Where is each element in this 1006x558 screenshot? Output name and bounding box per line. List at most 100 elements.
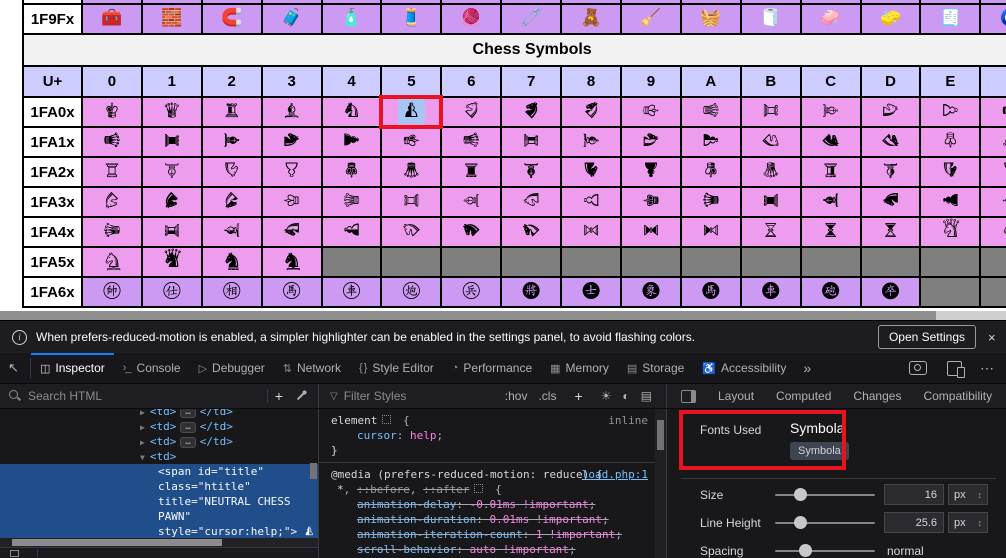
- css-declaration[interactable]: animation-iteration-count: 1 !important;: [319, 527, 666, 542]
- markup-horizontal-scrollbar-thumb[interactable]: [12, 539, 222, 546]
- rules-vertical-scrollbar-thumb[interactable]: [657, 420, 664, 450]
- css-declaration[interactable]: animation-delay: -0.01ms !important;: [319, 497, 666, 512]
- selector-part: *: [337, 483, 344, 496]
- css-declaration[interactable]: cursor: help;: [319, 428, 666, 443]
- unassigned-cell: [920, 247, 980, 277]
- markup-horizontal-scrollbar[interactable]: [0, 538, 318, 547]
- row-label-cell: 1FA4x: [23, 217, 82, 247]
- line-height-input[interactable]: [884, 512, 944, 533]
- row-label-cell: 1FA1x: [23, 127, 82, 157]
- devtools-toolbars: Search HTML + ▽ Filter Styles :hov .cls …: [0, 384, 1006, 409]
- add-node-button[interactable]: +: [268, 388, 290, 404]
- page-horizontal-scrollbar-thumb[interactable]: [0, 311, 936, 320]
- devtools-tab-network[interactable]: ⇅Network: [274, 353, 350, 383]
- devtools-tab-storage[interactable]: ▤Storage: [618, 353, 693, 383]
- glyph-cell: 🧴: [322, 4, 382, 34]
- markup-node-collapsed[interactable]: ▶<td>…</td>: [0, 419, 318, 434]
- table-row: 1FA6x🩠🩡🩢🩣🩤🩥🩦🩧🩨🩩🩪🩫🩬🩭: [23, 277, 1006, 307]
- collapsed-ellipsis-badge[interactable]: …: [180, 409, 195, 418]
- line-height-slider-thumb[interactable]: [794, 516, 807, 529]
- rule-selector: element: [331, 414, 377, 427]
- css-declaration[interactable]: scroll-behavior: auto !important;: [319, 542, 666, 557]
- selected-node[interactable]: <span id="title"class="htitle"title="NEU…: [0, 464, 318, 539]
- devtools-tab-inspector[interactable]: ◫Inspector: [31, 353, 114, 383]
- unassigned-cell: [801, 247, 861, 277]
- markup-node-collapsed[interactable]: ▶<td>…</td>: [0, 409, 318, 419]
- unassigned-cell: [681, 247, 741, 277]
- media-query: @media (prefers-reduced-motion: reduce) …: [331, 468, 603, 481]
- highlighter-target-icon[interactable]: [474, 484, 483, 493]
- eyedropper-icon[interactable]: [297, 392, 305, 400]
- more-tabs-icon[interactable]: »: [795, 353, 819, 383]
- devtools-tab-performance[interactable]: ◔Performance: [443, 353, 541, 383]
- glyph-cell: 🧺: [681, 4, 741, 34]
- devtools-tab-accessibility[interactable]: ♿Accessibility: [693, 353, 795, 383]
- open-brace: {: [396, 414, 409, 427]
- tab-compatibility[interactable]: Compatibility: [923, 389, 992, 403]
- tab-layout[interactable]: Layout: [718, 389, 754, 403]
- collapsed-ellipsis-badge[interactable]: …: [180, 437, 195, 448]
- collapse-arrow-icon[interactable]: ▼: [140, 453, 145, 462]
- collapsed-ellipsis-badge[interactable]: …: [180, 422, 195, 433]
- expand-arrow-icon[interactable]: ▶: [140, 423, 145, 432]
- expand-arrow-icon[interactable]: ▶: [140, 409, 145, 417]
- font-size-input[interactable]: [884, 484, 944, 505]
- markup-node-expanded[interactable]: ▼<td>: [0, 449, 318, 464]
- glyph: 🨀: [102, 100, 121, 122]
- line-height-unit-select[interactable]: px ↕: [948, 512, 988, 533]
- breadcrumb-node-icon[interactable]: [10, 550, 19, 557]
- search-html-input[interactable]: Search HTML: [28, 389, 102, 403]
- spacing-value: normal: [887, 544, 924, 558]
- add-rule-button[interactable]: +: [567, 388, 589, 404]
- glyph: 🨽: [881, 190, 900, 212]
- filter-styles-input[interactable]: Filter Styles: [344, 389, 407, 403]
- spacing-slider[interactable]: [775, 550, 875, 552]
- devtools-menu-icon[interactable]: ⋯: [972, 360, 1006, 377]
- devtools-tab-console[interactable]: ›_Console: [114, 353, 190, 383]
- markup-breadcrumbs-bar[interactable]: [0, 547, 318, 558]
- dark-theme-icon[interactable]: ◐: [622, 389, 629, 403]
- expand-arrow-icon[interactable]: ▶: [140, 438, 145, 447]
- print-media-icon[interactable]: ▤: [641, 389, 652, 403]
- glyph: 🧳: [281, 8, 302, 28]
- class-toggle-button[interactable]: .cls: [538, 389, 556, 403]
- tab-label: Memory: [566, 361, 609, 375]
- glyph: 🨩: [641, 160, 660, 182]
- glyph: 🨍: [881, 100, 900, 122]
- glyph-cell: 🩬: [801, 277, 861, 307]
- rule-source-link[interactable]: load.php:1: [582, 467, 648, 482]
- node-close-tag: </td>: [200, 435, 233, 448]
- font-size-slider[interactable]: [775, 494, 875, 496]
- tab-computed[interactable]: Computed: [776, 389, 831, 403]
- pseudo-class-button[interactable]: :hov: [505, 389, 528, 403]
- page-horizontal-scrollbar[interactable]: [0, 311, 1006, 320]
- font-size-slider-thumb[interactable]: [794, 488, 807, 501]
- css-declaration[interactable]: animation-duration: 0.01ms !important;: [319, 512, 666, 527]
- close-notification-icon[interactable]: ×: [988, 330, 1006, 345]
- pick-element-button[interactable]: ↖: [0, 353, 30, 383]
- devtools-tab-debugger[interactable]: ▷Debugger: [190, 353, 274, 383]
- browser-viewport: 1F9Fx🧰🧱🧲🧳🧴🧵🧶🧷🧸🧹🧺🧻🧼🧽🧾🧿Chess SymbolsU+0123…: [0, 0, 1006, 311]
- font-size-unit-select[interactable]: px ↕: [948, 484, 988, 505]
- responsive-design-icon[interactable]: [947, 361, 962, 376]
- notification-message: When prefers-reduced-motion is enabled, …: [36, 330, 878, 344]
- markup-node-collapsed[interactable]: ▶<td>…</td>: [0, 434, 318, 449]
- node-close-tag: </td>: [200, 420, 233, 433]
- open-settings-button[interactable]: Open Settings: [878, 325, 976, 349]
- spacing-slider-thumb[interactable]: [799, 544, 812, 557]
- markup-vertical-scrollbar-thumb[interactable]: [310, 463, 317, 479]
- rules-vertical-scrollbar[interactable]: [655, 409, 666, 558]
- collapse-sidebar-icon[interactable]: [681, 390, 696, 403]
- devtools-tab-memory[interactable]: ▦Memory: [541, 353, 618, 383]
- highlighter-target-icon[interactable]: [382, 415, 391, 424]
- devtools-tab-style-editor[interactable]: { }Style Editor: [350, 353, 443, 383]
- light-theme-icon[interactable]: ☀: [601, 389, 612, 403]
- column-header-cell: 8: [561, 66, 621, 97]
- line-height-slider[interactable]: [775, 522, 875, 524]
- glyph-cell: 🨙: [621, 127, 681, 157]
- glyph: 🨙: [641, 130, 660, 152]
- colon: :: [523, 528, 536, 541]
- glyph: 🩓: [282, 250, 301, 272]
- tab-changes[interactable]: Changes: [853, 389, 901, 403]
- screenshot-camera-icon[interactable]: [909, 361, 927, 375]
